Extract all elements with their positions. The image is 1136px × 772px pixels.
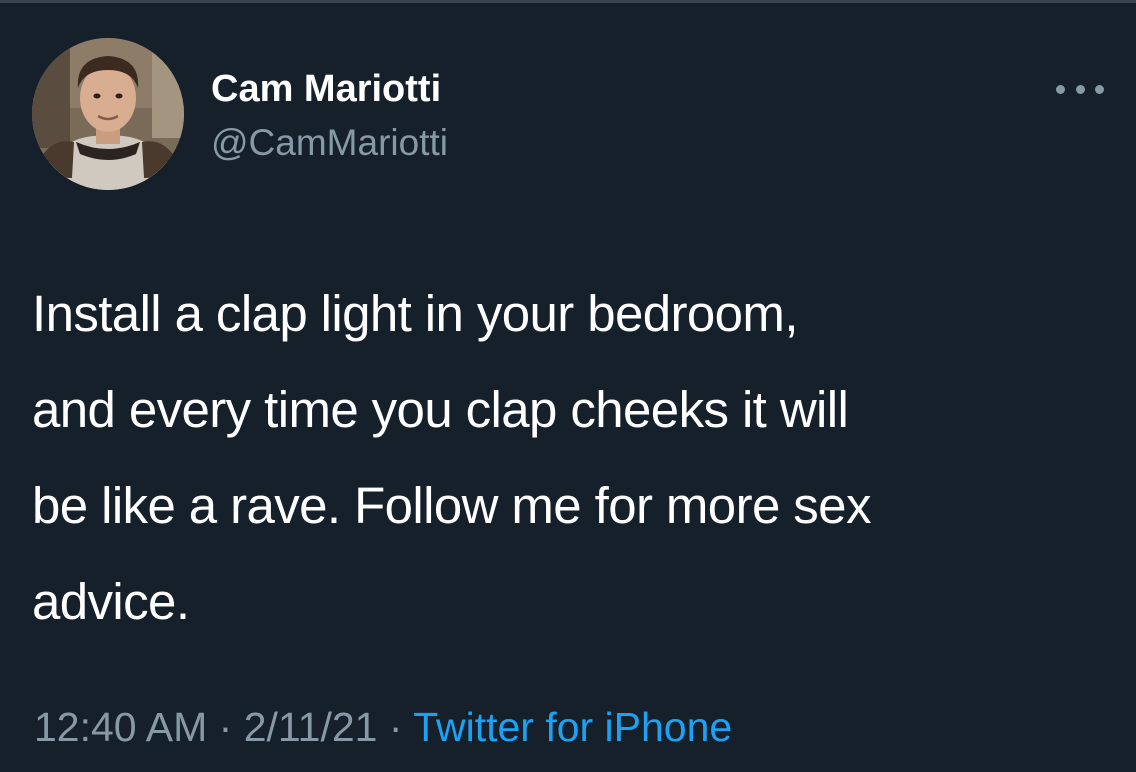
display-name[interactable]: Cam Mariotti [211,66,441,112]
meta-separator: · [218,704,233,750]
tweet-text-line: be like a rave. Follow me for more sex [32,477,871,534]
meta-separator: · [388,704,403,750]
tweet-text-line: advice. [32,573,190,630]
tweet-source-link[interactable]: Twitter for iPhone [413,704,732,750]
ellipsis-icon [1075,84,1085,94]
tweet-metadata: 12:40 AM · 2/11/21 · Twitter for iPhone [34,702,732,752]
more-options-button[interactable] [1056,76,1104,102]
ellipsis-icon [1056,84,1065,94]
ellipsis-icon [1095,84,1104,94]
user-handle[interactable]: @CamMariotti [211,120,448,166]
tweet-text-line: Install a clap light in your bedroom, [32,285,798,342]
avatar[interactable] [32,38,184,190]
tweet-text: Install a clap light in your bedroom, an… [32,266,1112,650]
tweet-date[interactable]: 2/11/21 [244,704,378,750]
avatar-photo [32,38,184,190]
tweet-text-line: and every time you clap cheeks it will [32,381,849,438]
tweet-time[interactable]: 12:40 AM [34,704,207,750]
top-divider [0,0,1136,3]
